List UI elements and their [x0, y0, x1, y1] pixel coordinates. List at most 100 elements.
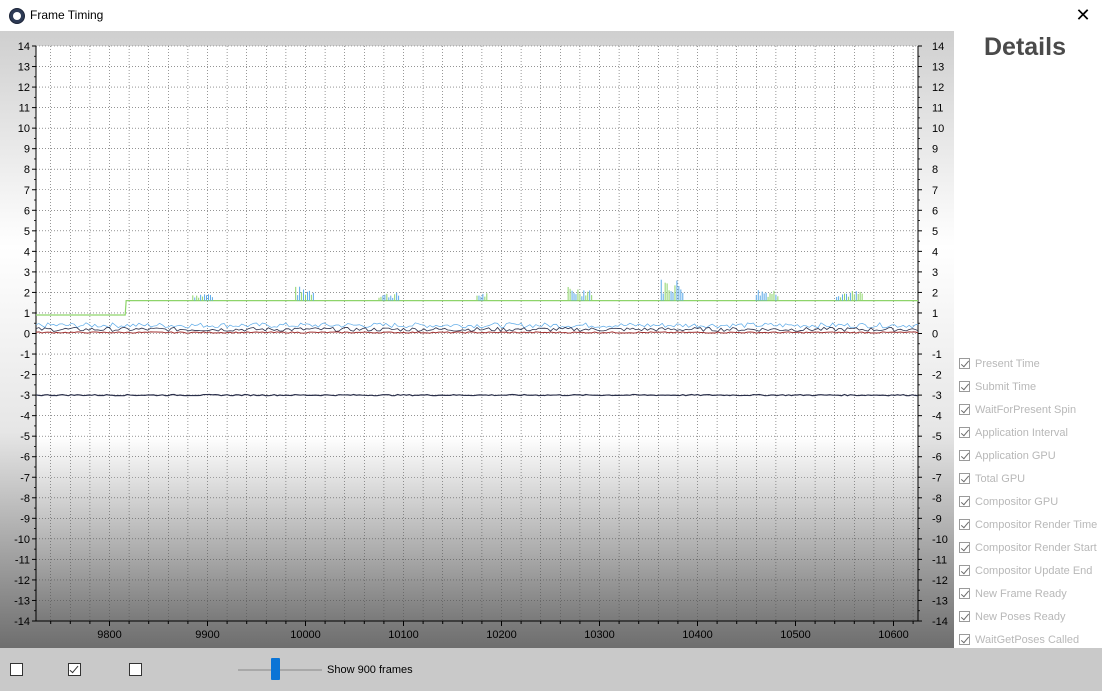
legend-label: Compositor GPU — [975, 495, 1059, 508]
legend-label: WaitForPresent Spin — [975, 403, 1077, 416]
x-tick-label: 10500 — [780, 629, 811, 641]
y-tick-label-right: 4 — [932, 246, 938, 258]
legend-label: Application GPU — [975, 449, 1056, 462]
checkbox[interactable] — [959, 404, 970, 415]
y-tick-label-right: -8 — [932, 493, 942, 505]
y-tick-label-right: -11 — [932, 554, 947, 566]
y-tick-label-left: 4 — [24, 246, 30, 258]
y-tick-label-left: 13 — [18, 62, 30, 74]
y-tick-label-left: -2 — [20, 370, 30, 382]
legend-item-submit-time[interactable]: Submit Time — [959, 375, 1097, 398]
frame-timing-chart: 14 14 13 13 12 12 11 11 10 10 9 9 8 8 7 7 6 6 5 5 4 4 3 3 2 2 1 1 0 0… — [0, 31, 954, 648]
y-tick-label-right: -1 — [932, 349, 942, 361]
y-tick-label-left: -4 — [20, 411, 30, 423]
toolbar-checkbox-2[interactable] — [68, 663, 81, 676]
checkbox[interactable] — [959, 565, 970, 576]
title-bar: Frame Timing ✕ — [0, 0, 1102, 31]
y-tick-label-left: -9 — [20, 513, 30, 525]
toolbar-checkbox-3[interactable] — [129, 663, 142, 676]
legend-item-new-poses-ready[interactable]: New Poses Ready — [959, 605, 1097, 628]
legend-label: Compositor Render Time — [975, 518, 1098, 531]
toolbar-checkbox-1[interactable] — [10, 663, 23, 676]
legend-item-compositor-gpu[interactable]: Compositor GPU — [959, 490, 1097, 513]
y-tick-label-right: -12 — [932, 575, 948, 587]
legend-item-present-time[interactable]: Present Time — [959, 352, 1097, 375]
legend-item-compositor-render-start[interactable]: Compositor Render Start — [959, 536, 1097, 559]
y-tick-label-right: 2 — [932, 287, 938, 299]
legend-item-application-gpu[interactable]: Application GPU — [959, 444, 1097, 467]
y-tick-label-right: 13 — [932, 62, 944, 74]
bottom-toolbar: Show 900 frames — [0, 648, 1102, 691]
checkbox[interactable] — [959, 381, 970, 392]
y-tick-label-left: -10 — [14, 534, 30, 546]
x-tick-label: 10100 — [388, 629, 419, 641]
y-tick-label-right: -5 — [932, 431, 942, 443]
y-tick-label-right: -6 — [932, 452, 942, 464]
y-tick-label-left: 12 — [18, 82, 30, 94]
legend-label: Compositor Update End — [975, 564, 1093, 577]
y-tick-label-left: 8 — [24, 164, 30, 176]
y-tick-label-left: 6 — [24, 205, 30, 217]
checkbox[interactable] — [959, 427, 970, 438]
y-tick-label-left: -6 — [20, 452, 30, 464]
y-tick-label-left: -13 — [14, 595, 30, 607]
y-tick-label-left: 5 — [24, 226, 30, 238]
checkbox[interactable] — [959, 496, 970, 507]
y-tick-label-right: -14 — [932, 616, 948, 628]
checkbox[interactable] — [959, 542, 970, 553]
y-tick-label-left: 1 — [24, 308, 30, 320]
y-tick-label-right: 11 — [932, 103, 943, 115]
y-tick-label-right: -13 — [932, 595, 948, 607]
series-legend: Present Time Submit Time WaitForPresent … — [959, 352, 1097, 651]
y-tick-label-left: 0 — [24, 329, 30, 341]
x-tick-label: 9800 — [97, 629, 121, 641]
legend-label: Application Interval — [975, 426, 1068, 439]
legend-item-compositor-render-time[interactable]: Compositor Render Time — [959, 513, 1097, 536]
y-tick-label-left: -11 — [15, 554, 30, 566]
frames-slider-track[interactable] — [238, 669, 322, 671]
legend-label: Total GPU — [975, 472, 1026, 485]
y-tick-label-left: 10 — [18, 123, 30, 135]
y-tick-label-left: -12 — [14, 575, 30, 587]
frames-slider-thumb[interactable] — [271, 658, 280, 680]
y-tick-label-right: 8 — [932, 164, 938, 176]
details-title: Details — [984, 33, 1066, 61]
checkbox[interactable] — [959, 473, 970, 484]
y-tick-label-left: -7 — [20, 472, 30, 484]
y-tick-label-right: -9 — [932, 513, 942, 525]
y-tick-label-right: 0 — [932, 329, 938, 341]
window-title: Frame Timing — [30, 8, 104, 22]
legend-item-waitforpresent-spin[interactable]: WaitForPresent Spin — [959, 398, 1097, 421]
y-tick-label-right: 9 — [932, 144, 938, 156]
y-tick-label-right: -10 — [932, 534, 948, 546]
x-tick-label: 10300 — [584, 629, 615, 641]
checkbox[interactable] — [959, 519, 970, 530]
y-tick-label-right: 5 — [932, 226, 938, 238]
y-tick-label-left: 11 — [19, 103, 30, 115]
y-tick-label-right: 1 — [932, 308, 938, 320]
legend-label: New Poses Ready — [975, 610, 1066, 623]
x-tick-label: 10000 — [290, 629, 321, 641]
legend-label: Present Time — [975, 357, 1040, 370]
y-tick-label-left: -1 — [20, 349, 30, 361]
app-logo-icon — [9, 8, 25, 24]
checkbox[interactable] — [959, 358, 970, 369]
y-tick-label-right: 7 — [932, 185, 938, 197]
legend-item-application-interval[interactable]: Application Interval — [959, 421, 1097, 444]
checkbox[interactable] — [959, 634, 970, 645]
y-tick-label-right: 10 — [932, 123, 944, 135]
checkbox[interactable] — [959, 588, 970, 599]
legend-item-total-gpu[interactable]: Total GPU — [959, 467, 1097, 490]
legend-item-new-frame-ready[interactable]: New Frame Ready — [959, 582, 1097, 605]
details-panel: Details Present Time Submit Time WaitFor… — [954, 31, 1102, 648]
y-tick-label-left: 3 — [24, 267, 30, 279]
y-tick-label-left: -8 — [20, 493, 30, 505]
legend-item-compositor-update-end[interactable]: Compositor Update End — [959, 559, 1097, 582]
checkbox[interactable] — [959, 611, 970, 622]
y-tick-label-left: 14 — [18, 41, 30, 53]
y-tick-label-right: -7 — [932, 472, 942, 484]
x-tick-label: 10200 — [486, 629, 517, 641]
close-button[interactable]: ✕ — [1072, 4, 1094, 26]
legend-label: New Frame Ready — [975, 587, 1067, 600]
checkbox[interactable] — [959, 450, 970, 461]
